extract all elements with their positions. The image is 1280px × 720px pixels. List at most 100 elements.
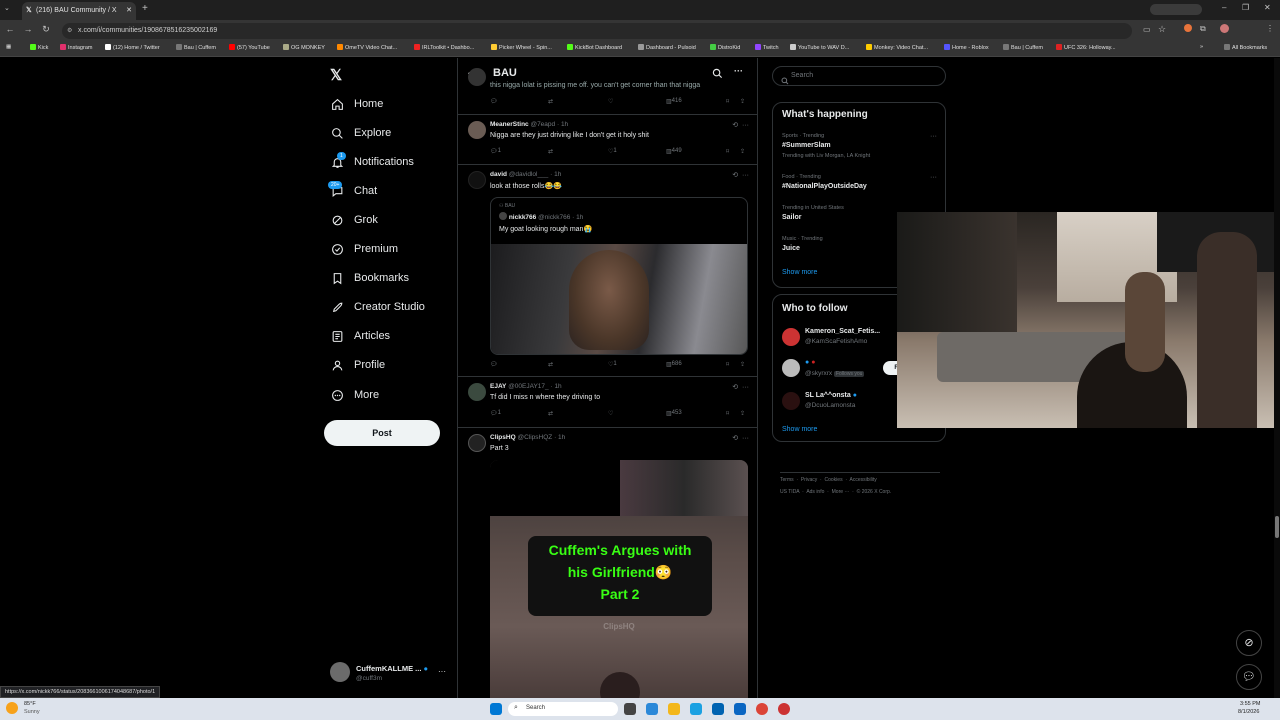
footer-link[interactable]: Accessibility xyxy=(850,477,877,483)
avatar[interactable] xyxy=(782,359,800,377)
window-close-icon[interactable]: ✕ xyxy=(1264,3,1271,12)
follow-name[interactable]: SL La^^onsta ● xyxy=(805,392,857,399)
bookmark-item[interactable]: OmeTV Video Chat... xyxy=(337,44,397,51)
scrollbar-thumb[interactable] xyxy=(1275,516,1279,538)
nav-premium[interactable]: Premium xyxy=(330,237,398,261)
edge-icon[interactable] xyxy=(690,703,702,715)
extensions-puzzle-icon[interactable]: ⧉ xyxy=(1200,24,1206,34)
like-icon[interactable]: ♡ 1 xyxy=(608,361,617,368)
all-bookmarks[interactable]: All Bookmarks xyxy=(1224,44,1267,51)
share-icon[interactable]: ⇪ xyxy=(740,410,745,417)
bookmark-icon[interactable]: ⌑ xyxy=(726,410,729,417)
store-icon[interactable] xyxy=(712,703,724,715)
file-explorer-icon[interactable] xyxy=(668,703,680,715)
tweet-more-icon[interactable]: ⟲ ··· xyxy=(732,383,749,391)
bookmark-item[interactable]: KickBot Dashboard xyxy=(567,44,622,51)
bookmark-item[interactable]: Twitch xyxy=(755,44,779,51)
copilot-icon[interactable] xyxy=(646,703,658,715)
tab-search-icon[interactable]: ⌄ xyxy=(4,4,10,12)
account-name[interactable]: CuffemKALLME ... ● xyxy=(356,664,428,673)
bookmark-item[interactable]: (57) YouTube xyxy=(229,44,270,51)
more-icon[interactable]: ··· xyxy=(734,66,743,76)
profile-avatar-icon[interactable] xyxy=(1220,24,1229,33)
footer-link[interactable]: US TIDA xyxy=(780,489,799,495)
windows-start-icon[interactable] xyxy=(490,703,502,715)
grok-float-icon[interactable]: ⊘ xyxy=(1236,630,1262,656)
trend-item[interactable]: Juice xyxy=(782,245,800,252)
bookmark-item[interactable]: Monkey: Video Chat... xyxy=(866,44,928,51)
quote-photo[interactable] xyxy=(491,244,747,354)
taskbar-search[interactable]: ⌕ Search xyxy=(508,702,618,716)
quote-tweet[interactable]: ⚇ BAU nickk766 @nickk766 · 1h My goat lo… xyxy=(490,197,748,355)
footer-link[interactable]: Terms xyxy=(780,477,794,483)
views-icon[interactable]: ▥ 416 xyxy=(666,98,682,105)
tweet[interactable]: this nigga lolat is pissing me off. you … xyxy=(458,68,757,115)
like-icon[interactable]: ♡ xyxy=(608,98,613,105)
views-icon[interactable]: ▥ 453 xyxy=(666,410,682,417)
bookmark-icon[interactable]: ⌑ xyxy=(726,98,729,105)
reply-icon[interactable]: 💬︎ 1 xyxy=(490,148,501,155)
bookmark-item[interactable]: UFC 326: Holloway... xyxy=(1056,44,1116,51)
nav-more[interactable]: More xyxy=(330,383,379,407)
trend-item[interactable]: Sailor xyxy=(782,214,801,221)
bookmark-item[interactable]: Picker Wheel - Spin... xyxy=(491,44,552,51)
weather-icon[interactable] xyxy=(6,702,18,714)
footer-link[interactable]: Ads info xyxy=(806,489,824,495)
messages-float-icon[interactable]: 💬︎ xyxy=(1236,664,1262,690)
scrollbar[interactable] xyxy=(1274,58,1280,698)
bookmark-item[interactable]: Bau | Cuffem xyxy=(1003,44,1043,51)
account-avatar[interactable] xyxy=(330,662,350,682)
avatar[interactable] xyxy=(782,328,800,346)
back-icon[interactable]: ← xyxy=(4,24,16,34)
bookmark-item[interactable]: IRLToolkit • Dashbo... xyxy=(414,44,474,51)
site-info-icon[interactable]: ⚙ xyxy=(67,23,72,39)
follow-name[interactable]: Kameron_Scat_Fetis... xyxy=(805,328,880,335)
browser-menu-icon[interactable]: ⋮ xyxy=(1266,24,1274,33)
footer-link[interactable]: Privacy xyxy=(801,477,817,483)
minimize-icon[interactable]: – xyxy=(1222,3,1226,12)
bookmark-item[interactable]: (12) Home / Twitter xyxy=(105,44,160,51)
views-icon[interactable]: ▥ 686 xyxy=(666,361,682,368)
avatar[interactable] xyxy=(468,434,486,452)
avatar[interactable] xyxy=(468,121,486,139)
nav-creator-studio[interactable]: Creator Studio xyxy=(330,295,425,319)
retweet-icon[interactable]: ⇄ xyxy=(548,410,553,417)
avatar[interactable] xyxy=(468,171,486,189)
nav-bookmarks[interactable]: Bookmarks xyxy=(330,266,409,290)
trend-more-icon[interactable]: ··· xyxy=(930,133,937,140)
footer-link[interactable]: Cookies xyxy=(825,477,843,483)
chrome-icon[interactable] xyxy=(756,703,768,715)
x-logo-icon[interactable]: 𝕏 xyxy=(330,66,342,84)
bookmark-item[interactable]: DistroKid xyxy=(710,44,740,51)
url-field[interactable]: ⚙ x.com/i/communities/190867851623500216… xyxy=(62,23,1132,39)
nav-explore[interactable]: Explore xyxy=(330,121,391,145)
star-icon[interactable]: ☆ xyxy=(1158,24,1166,35)
apps-icon[interactable]: ▦ xyxy=(6,44,11,50)
avatar[interactable] xyxy=(468,383,486,401)
avatar[interactable] xyxy=(468,68,486,86)
footer-link[interactable]: More ··· xyxy=(832,489,850,495)
avatar[interactable] xyxy=(782,392,800,410)
retweet-icon[interactable]: ⇄ xyxy=(548,361,553,368)
search-input[interactable]: Search xyxy=(772,66,946,86)
share-icon[interactable]: ⇪ xyxy=(740,148,745,155)
new-tab-icon[interactable]: + xyxy=(142,3,148,14)
bookmark-item[interactable]: Instagram xyxy=(60,44,92,51)
bookmark-item[interactable]: Dashboard - Pulsoid xyxy=(638,44,696,51)
close-tab-icon[interactable]: ✕ xyxy=(126,2,132,20)
bookmark-item[interactable]: Kick xyxy=(30,44,48,51)
show-more-link[interactable]: Show more xyxy=(782,426,817,433)
nav-grok[interactable]: Grok xyxy=(330,208,378,232)
bookmark-item[interactable]: Bau | Cuffem xyxy=(176,44,216,51)
bookmark-icon[interactable]: ⌑ xyxy=(726,361,729,368)
share-icon[interactable]: ⇪ xyxy=(740,98,745,105)
extension-icon[interactable] xyxy=(1184,24,1192,32)
share-icon[interactable]: ⇪ xyxy=(740,361,745,368)
trend-more-icon[interactable]: ··· xyxy=(930,174,937,181)
bookmark-item[interactable]: YouTube to WAV D... xyxy=(790,44,849,51)
retweet-icon[interactable]: ⇄ xyxy=(548,98,553,105)
follow-name-emoji[interactable]: ● ● xyxy=(805,359,815,366)
bookmark-icon[interactable]: ⌑ xyxy=(726,148,729,155)
like-icon[interactable]: ♡ xyxy=(608,410,613,417)
retweet-icon[interactable]: ⇄ xyxy=(548,148,553,155)
